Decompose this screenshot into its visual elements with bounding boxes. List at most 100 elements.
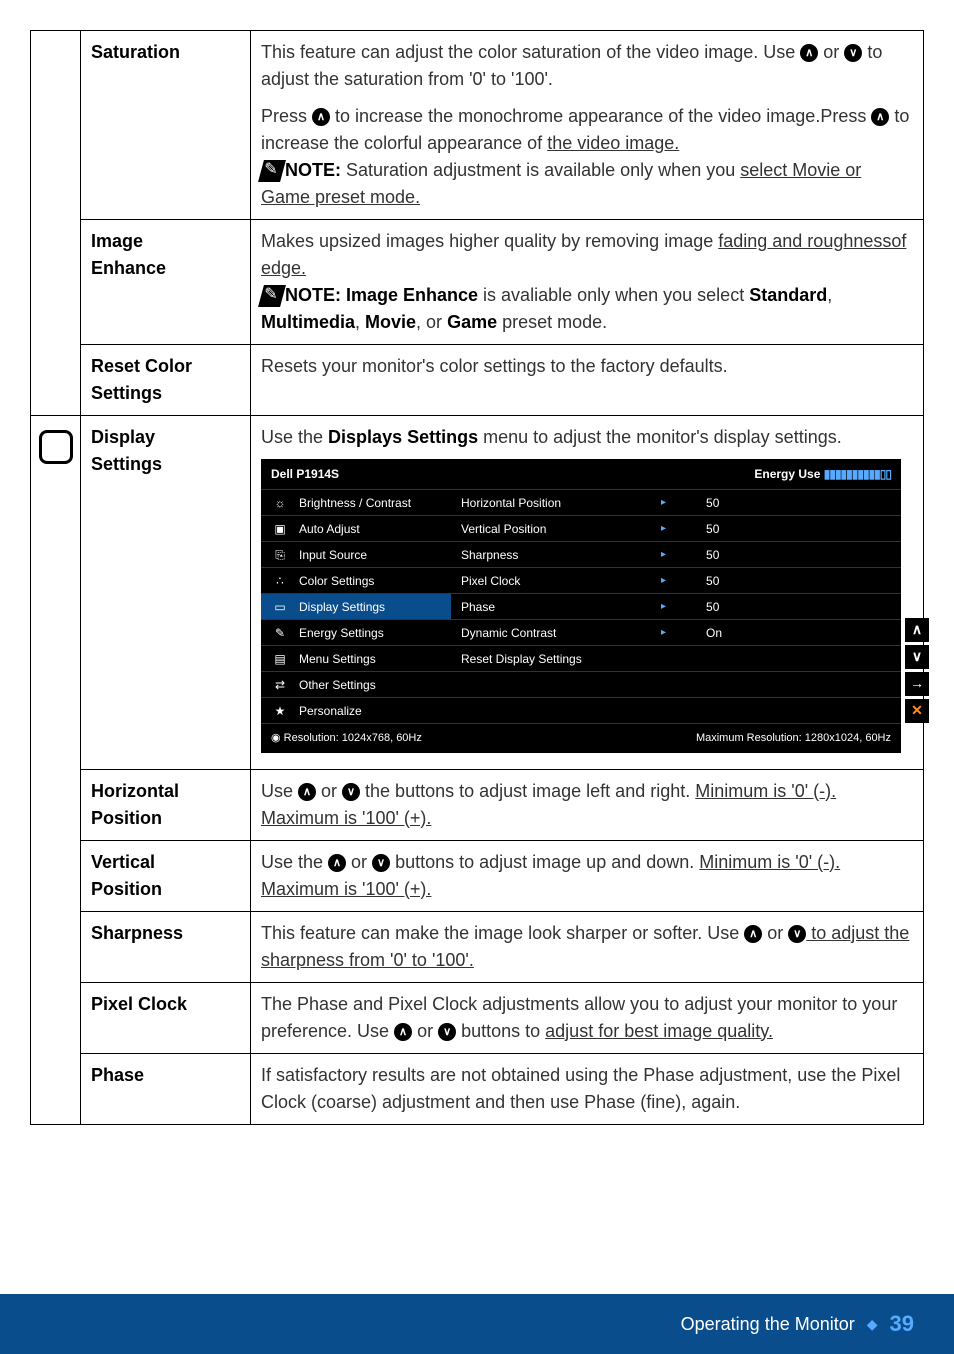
osd-footer-right: Maximum Resolution: 1280x1024, 60Hz	[696, 730, 891, 747]
osd-item-icon: ▭	[271, 599, 289, 615]
up-icon: ∧	[312, 108, 330, 126]
osd-left-item[interactable]: ⎘ Input Source	[261, 541, 451, 567]
osd-item-icon: ✎	[271, 625, 289, 641]
row-desc-sharpness: This feature can make the image look sha…	[251, 911, 924, 982]
osd-item-icon: ∴	[271, 573, 289, 589]
osd-param-value: 50	[706, 572, 736, 590]
row-desc-horizontal: Use ∧ or ∨ the buttons to adjust image l…	[251, 769, 924, 840]
osd-item-label: Energy Settings	[299, 624, 384, 642]
osd-arrow-icon: ▸	[661, 625, 666, 640]
osd-left-item[interactable]: ∴ Color Settings	[261, 567, 451, 593]
row-desc-saturation: This feature can adjust the color satura…	[251, 31, 924, 220]
osd-right-pane: Horizontal Position ▸ 50 Vertical Position ▸…	[451, 489, 901, 723]
row-desc-vertical: Use the ∧ or ∨ buttons to adjust image u…	[251, 840, 924, 911]
row-label-vertical: VerticalPosition	[81, 840, 251, 911]
osd-title: Dell P1914S	[271, 465, 339, 483]
osd-arrow-icon: ▸	[661, 599, 666, 614]
down-icon: ∨	[372, 854, 390, 872]
up-icon: ∧	[298, 783, 316, 801]
note-icon	[258, 160, 286, 182]
osd-right-item[interactable]: Vertical Position ▸ 50	[451, 515, 901, 541]
osd-menu: Dell P1914S Energy Use ▮▮▮▮▮▮▮▮▮▮▯▯ ☼ Bri…	[261, 459, 901, 753]
osd-item-icon: ☼	[271, 495, 289, 511]
row-label-horizontal: HorizontalPosition	[81, 769, 251, 840]
osd-item-icon: ▤	[271, 651, 289, 667]
footer-diamond-icon: ◆	[867, 1316, 878, 1333]
osd-right-item[interactable]: Horizontal Position ▸ 50	[451, 489, 901, 515]
row-label-display: DisplaySettings	[81, 416, 251, 770]
osd-right-item	[451, 697, 901, 723]
osd-right-item[interactable]: Phase▸50	[451, 593, 901, 619]
osd-right-item[interactable]: Pixel Clock ▸ 50	[451, 567, 901, 593]
osd-footer-left: ◉ Resolution: 1024x768, 60Hz	[271, 730, 422, 747]
osd-item-label: Color Settings	[299, 572, 374, 590]
up-icon: ∧	[328, 854, 346, 872]
osd-param-value: On	[706, 624, 736, 642]
osd-nav-close-button[interactable]: ✕	[905, 699, 929, 723]
osd-item-label: Brightness / Contrast	[299, 494, 411, 512]
osd-nav-down-button[interactable]: ∨	[905, 645, 929, 669]
footer-page-number: 39	[890, 1311, 914, 1337]
row-desc-image-enhance: Makes upsized images higher quality by r…	[251, 220, 924, 345]
osd-left-item[interactable]: ★ Personalize	[261, 697, 451, 723]
row-desc-reset-color: Resets your monitor's color settings to …	[251, 345, 924, 416]
osd-left-item[interactable]: ▭ Display Settings	[261, 593, 451, 619]
row-label-sharpness: Sharpness	[81, 911, 251, 982]
osd-param-value: 50	[706, 546, 736, 564]
osd-arrow-icon: ▸	[661, 495, 666, 510]
osd-item-label: Menu Settings	[299, 650, 376, 668]
osd-item-label: Display Settings	[299, 598, 385, 616]
up-icon: ∧	[871, 108, 889, 126]
osd-param-value: 50	[706, 494, 736, 512]
osd-left-item[interactable]: ☼ Brightness / Contrast	[261, 489, 451, 515]
osd-item-icon: ⇄	[271, 677, 289, 693]
osd-param-label: Sharpness	[461, 546, 621, 564]
down-icon: ∨	[844, 44, 862, 62]
page-footer: Operating the Monitor ◆ 39	[0, 1294, 954, 1354]
osd-left-item[interactable]: ⇄Other Settings	[261, 671, 451, 697]
osd-arrow-icon: ▸	[661, 521, 666, 536]
osd-item-label: Personalize	[299, 702, 362, 720]
down-icon: ∨	[788, 925, 806, 943]
row-desc-phase: If satisfactory results are not obtained…	[251, 1053, 924, 1124]
osd-right-item[interactable]: Reset Display Settings	[451, 645, 901, 671]
osd-param-label: Dynamic Contrast	[461, 624, 621, 642]
osd-arrow-icon: ▸	[661, 573, 666, 588]
row-label-reset-color: Reset ColorSettings	[81, 345, 251, 416]
osd-nav-up-button[interactable]: ∧	[905, 618, 929, 642]
down-icon: ∨	[438, 1023, 456, 1041]
osd-right-item[interactable]: Dynamic Contrast ▸ On	[451, 619, 901, 645]
osd-left-item[interactable]: ▤ Menu Settings	[261, 645, 451, 671]
osd-left-item[interactable]: ✎ Energy Settings	[261, 619, 451, 645]
settings-table: Saturation This feature can adjust the c…	[30, 30, 924, 1125]
row-label-image-enhance: ImageEnhance	[81, 220, 251, 345]
osd-right-item[interactable]: Sharpness ▸ 50	[451, 541, 901, 567]
display-icon	[39, 430, 73, 464]
osd-side-buttons: ∧ ∨ → ✕	[905, 618, 929, 723]
osd-param-label: Horizontal Position	[461, 494, 621, 512]
osd-param-label: Reset Display Settings	[461, 650, 621, 668]
up-icon: ∧	[744, 925, 762, 943]
osd-left-item[interactable]: ▣ Auto Adjust	[261, 515, 451, 541]
osd-arrow-icon: ▸	[661, 547, 666, 562]
osd-item-label: Auto Adjust	[299, 520, 360, 538]
row-label-phase: Phase	[81, 1053, 251, 1124]
osd-right-item	[451, 671, 901, 697]
row-desc-display: Use the Displays Settings menu to adjust…	[251, 416, 924, 770]
osd-item-icon: ⎘	[271, 547, 289, 563]
osd-energy: Energy Use ▮▮▮▮▮▮▮▮▮▮▯▯	[754, 465, 891, 483]
osd-param-label: Pixel Clock	[461, 572, 621, 590]
row-label-pixel-clock: Pixel Clock	[81, 982, 251, 1053]
osd-param-value: 50	[706, 520, 736, 538]
icon-cell-display	[31, 416, 81, 1125]
up-icon: ∧	[394, 1023, 412, 1041]
osd-param-label: Vertical Position	[461, 520, 621, 538]
osd-nav-enter-button[interactable]: →	[905, 672, 929, 696]
osd-param-label: Phase	[461, 598, 621, 616]
row-desc-pixel-clock: The Phase and Pixel Clock adjustments al…	[251, 982, 924, 1053]
osd-item-icon: ★	[271, 703, 289, 719]
footer-section: Operating the Monitor	[681, 1314, 855, 1335]
osd-item-icon: ▣	[271, 521, 289, 537]
osd-item-label: Input Source	[299, 546, 367, 564]
row-label-saturation: Saturation	[81, 31, 251, 220]
